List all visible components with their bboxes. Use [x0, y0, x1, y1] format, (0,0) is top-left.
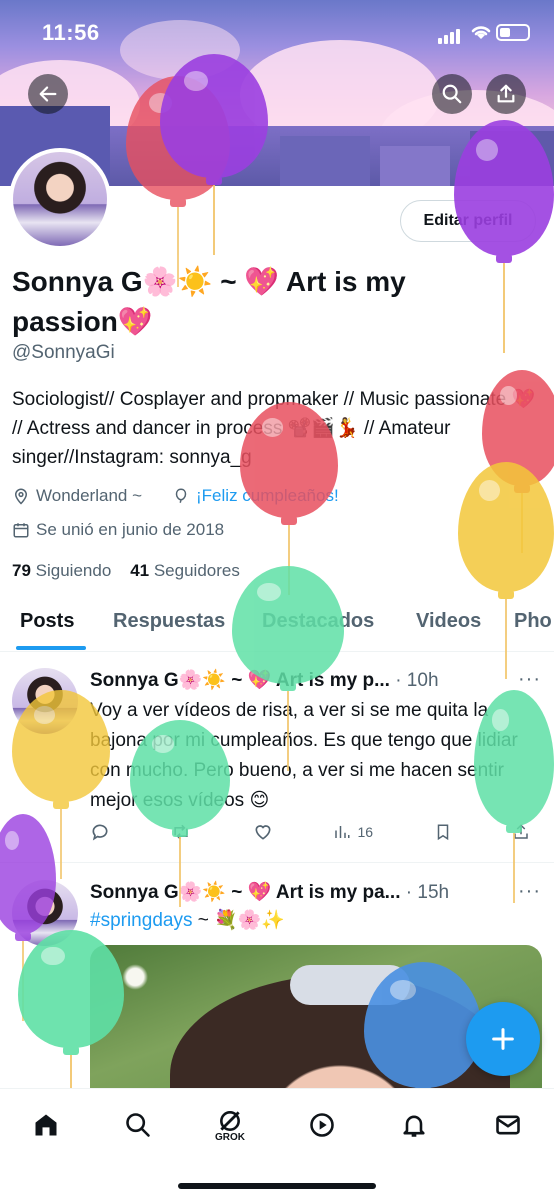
share-icon — [497, 84, 515, 103]
plus-icon — [492, 1028, 514, 1050]
post-author[interactable]: Sonnya G🌸☀️ ~ 💖 Art is my pa... — [90, 882, 400, 903]
post-text: Voy a ver vídeos de risa, a ver si se me… — [90, 700, 518, 811]
post-text: #springdays ~ 💐🌸✨ — [90, 910, 286, 931]
profile-bio: Sociologist// Cosplayer and propmaker //… — [12, 389, 536, 468]
nav-grok[interactable]: GROK — [210, 1105, 250, 1145]
post-header: Sonnya G🌸☀️ ~ 💖 Art is my pa... · 15h — [90, 880, 449, 904]
status-time: 11:56 — [42, 20, 100, 45]
nav-notifications[interactable] — [394, 1105, 434, 1145]
compose-post-button[interactable] — [466, 1002, 540, 1076]
search-icon — [442, 84, 462, 104]
bell-icon — [403, 1115, 425, 1137]
bottom-navigation: GROK — [0, 1088, 554, 1200]
tab-replies[interactable]: Respuestas — [113, 610, 225, 633]
nav-messages[interactable] — [488, 1105, 528, 1145]
arrow-left-icon — [39, 86, 57, 102]
post-avatar[interactable] — [12, 668, 78, 734]
bookmark-icon — [437, 824, 448, 841]
battery-icon — [496, 24, 530, 41]
reply-button[interactable] — [90, 822, 110, 842]
profile-avatar[interactable] — [9, 148, 111, 250]
grok-label: GROK — [215, 1131, 245, 1143]
heart-icon — [255, 825, 271, 840]
post-author[interactable]: Sonnya G🌸☀️ ~ 💖 Art is my p... — [90, 670, 390, 691]
profile-meta-row: Wonderland ~ ¡Feliz cumpleaños! — [12, 486, 339, 506]
profile-tabs: Posts Respuestas Destacados Videos Pho — [0, 596, 554, 652]
post-divider — [0, 862, 554, 863]
profile-handle: @SonnyaGi — [12, 342, 115, 363]
tab-highlights[interactable]: Destacados — [262, 610, 374, 633]
share-button[interactable] — [486, 74, 526, 114]
reply-icon — [92, 824, 108, 841]
profile-name: Sonnya G🌸☀️ ~ 💖 Art is my passion💖 — [12, 266, 406, 337]
bookmark-button[interactable] — [434, 822, 452, 842]
location-pin-icon — [14, 488, 28, 505]
search-button[interactable] — [432, 74, 472, 114]
views-count: 16 — [357, 824, 374, 840]
repost-icon — [174, 824, 189, 840]
more-options-icon[interactable]: ··· — [518, 668, 541, 691]
hashtag-link[interactable]: #springdays — [90, 910, 192, 931]
wifi-icon — [471, 26, 491, 39]
tab-photos[interactable]: Pho — [514, 610, 552, 633]
search-icon — [126, 1113, 150, 1137]
edit-profile-button[interactable]: Editar perfil — [400, 200, 536, 242]
share-post-button[interactable] — [512, 822, 530, 842]
post-actions: 16 — [90, 822, 530, 842]
back-button[interactable] — [28, 74, 68, 114]
joined-date: Se unió en junio de 2018 — [36, 520, 225, 539]
repost-button[interactable] — [170, 822, 192, 842]
calendar-icon — [13, 523, 29, 538]
views-button[interactable]: 16 — [333, 822, 373, 842]
like-button[interactable] — [253, 822, 273, 842]
tab-posts[interactable]: Posts — [20, 610, 74, 633]
grok-icon — [220, 1110, 240, 1131]
cellular-signal-icon — [438, 26, 462, 44]
nav-search[interactable] — [118, 1105, 158, 1145]
post-header: Sonnya G🌸☀️ ~ 💖 Art is my p... · 10h — [90, 668, 439, 692]
nav-home[interactable] — [26, 1105, 66, 1145]
post-time: · 10h — [395, 670, 439, 691]
more-options-icon[interactable]: ··· — [518, 880, 541, 903]
tab-videos[interactable]: Videos — [416, 610, 481, 633]
birthday-link[interactable]: ¡Feliz cumpleaños! — [196, 486, 339, 506]
mail-icon — [496, 1115, 520, 1135]
active-tab-indicator — [16, 646, 86, 650]
nav-video[interactable] — [302, 1105, 342, 1145]
play-circle-icon — [310, 1113, 334, 1137]
following-link[interactable]: 79 Siguiendo — [12, 561, 111, 580]
views-chart-icon — [335, 826, 350, 838]
home-icon — [35, 1114, 57, 1136]
profile-location: Wonderland ~ — [36, 486, 143, 505]
status-bar: 11:56 — [0, 18, 554, 48]
joined-row: Se unió en junio de 2018 — [12, 520, 224, 540]
home-indicator — [178, 1183, 376, 1189]
share-icon — [514, 824, 528, 839]
followers-link[interactable]: 41 Seguidores — [130, 561, 240, 580]
post-time: · 15h — [405, 882, 450, 903]
balloon-icon — [175, 488, 187, 503]
post-avatar[interactable] — [12, 880, 78, 946]
follow-counts: 79 Siguiendo 41 Seguidores — [12, 561, 240, 581]
